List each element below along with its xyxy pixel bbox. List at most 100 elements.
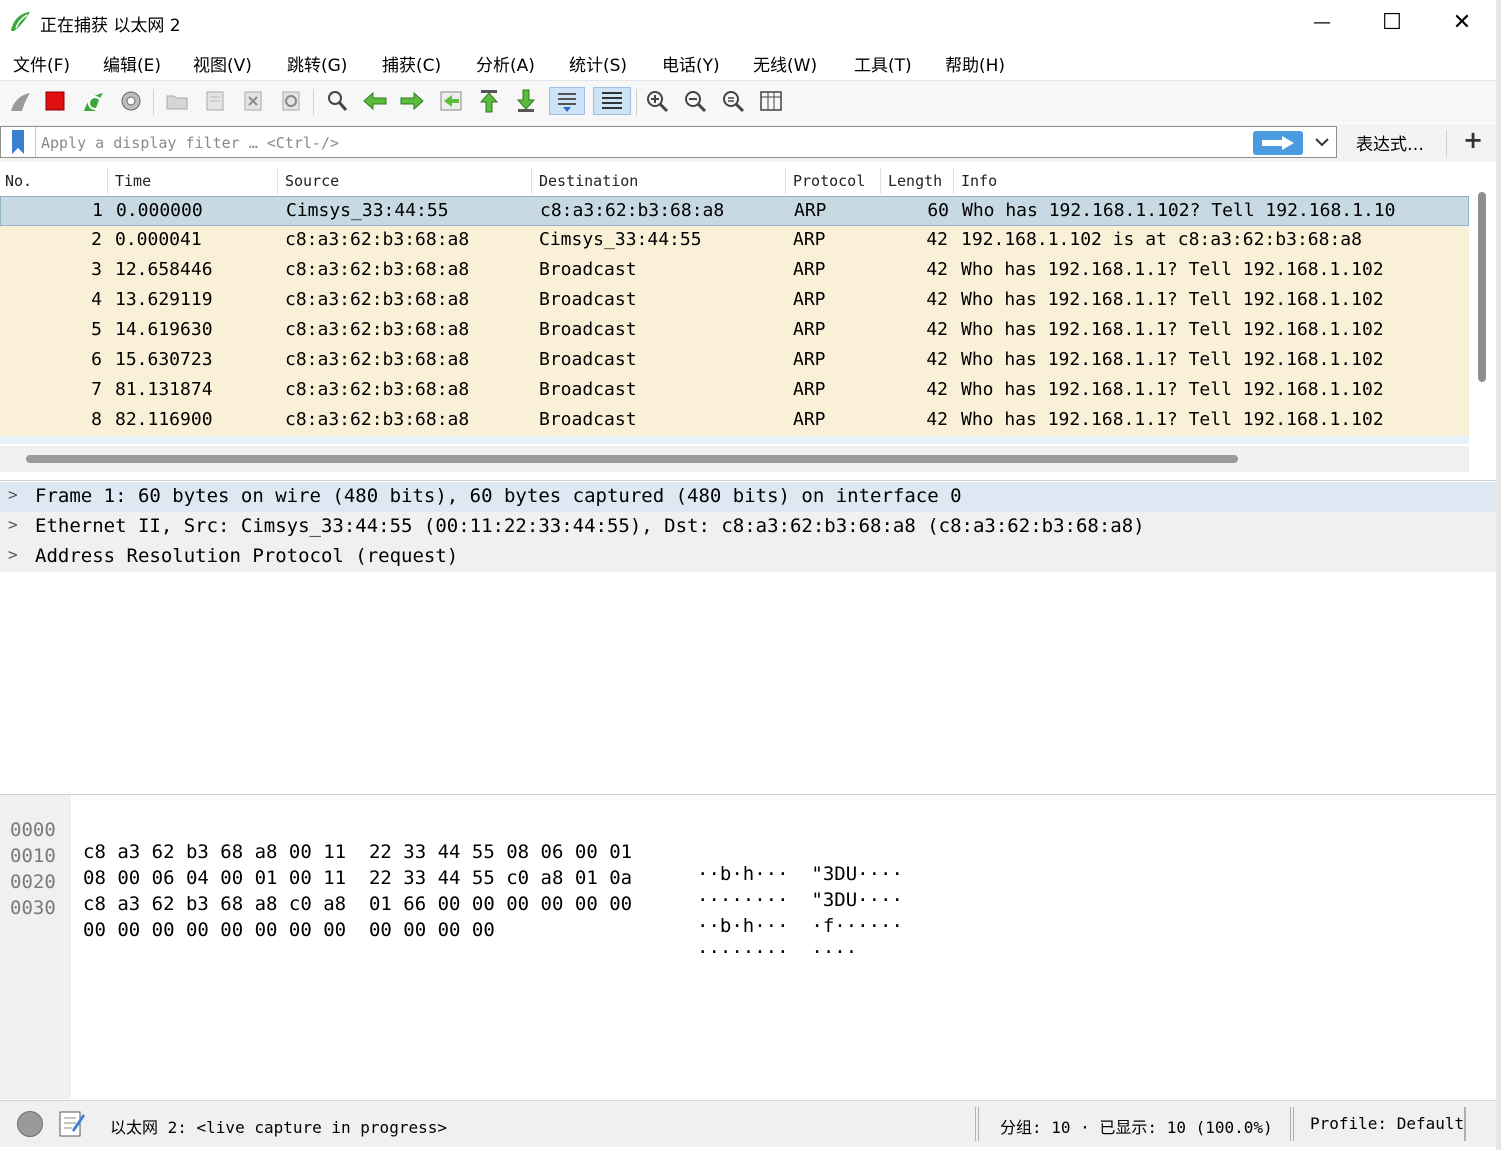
capture-options-icon[interactable] bbox=[117, 87, 145, 115]
column-header-protocol[interactable]: Protocol bbox=[793, 172, 865, 190]
packet-length: 42 bbox=[926, 379, 948, 400]
menu-help[interactable]: 帮助(H) bbox=[945, 51, 1005, 76]
packet-time: 0.000000 bbox=[116, 200, 203, 221]
hex-ascii[interactable]: ··b·h··· ·f······ bbox=[697, 915, 903, 937]
add-filter-button[interactable]: + bbox=[1458, 126, 1488, 156]
chevron-right-icon[interactable]: > bbox=[8, 515, 18, 534]
chevron-right-icon[interactable]: > bbox=[8, 485, 18, 504]
packet-no: 1 bbox=[92, 200, 103, 221]
menu-view[interactable]: 视图(V) bbox=[193, 51, 252, 76]
hex-bytes[interactable]: 00 00 00 00 00 00 00 00 00 00 00 00 bbox=[83, 919, 495, 941]
column-header-no[interactable]: No. bbox=[5, 172, 32, 190]
menu-tools[interactable]: 工具(T) bbox=[854, 51, 912, 76]
maximize-button[interactable]: ☐ bbox=[1362, 0, 1422, 44]
packet-list-horizontal-scrollbar[interactable] bbox=[26, 455, 1238, 463]
packet-time: 0.000041 bbox=[115, 229, 202, 250]
stop-capture-icon[interactable] bbox=[41, 87, 69, 115]
find-packet-icon[interactable] bbox=[323, 87, 351, 115]
menu-go[interactable]: 跳转(G) bbox=[287, 51, 347, 76]
resize-columns-icon[interactable] bbox=[757, 87, 785, 115]
go-forward-icon[interactable] bbox=[398, 87, 426, 115]
hex-bytes[interactable]: c8 a3 62 b3 68 a8 00 11 22 33 44 55 08 0… bbox=[83, 841, 632, 863]
filter-history-dropdown[interactable] bbox=[1307, 127, 1337, 157]
autoscroll-icon[interactable] bbox=[549, 87, 585, 115]
filter-box bbox=[0, 126, 1337, 158]
go-to-packet-icon[interactable] bbox=[437, 87, 465, 115]
column-header-source[interactable]: Source bbox=[285, 172, 339, 190]
minimize-button[interactable]: — bbox=[1292, 0, 1352, 44]
packet-bytes-pane[interactable]: 0000 c8 a3 62 b3 68 a8 00 11 22 33 44 55… bbox=[0, 794, 1496, 1099]
go-last-icon[interactable] bbox=[512, 87, 540, 115]
hex-line: 0020 c8 a3 62 b3 68 a8 c0 a8 01 66 00 00… bbox=[0, 849, 903, 937]
hex-ascii[interactable]: ········ "3DU···· bbox=[697, 889, 903, 911]
hex-bytes[interactable]: c8 a3 62 b3 68 a8 c0 a8 01 66 00 00 00 0… bbox=[83, 893, 632, 915]
packet-source: c8:a3:62:b3:68:a8 bbox=[285, 319, 470, 340]
menu-capture[interactable]: 捕获(C) bbox=[382, 51, 441, 76]
detail-arp[interactable]: > Address Resolution Protocol (request) bbox=[0, 542, 1496, 572]
hex-bytes[interactable]: 08 00 06 04 00 01 00 11 22 33 44 55 c0 a… bbox=[83, 867, 632, 889]
column-header-info[interactable]: Info bbox=[961, 172, 997, 190]
menu-edit[interactable]: 编辑(E) bbox=[103, 51, 161, 76]
bookmark-icon[interactable] bbox=[1, 127, 36, 157]
packet-info: Who has 192.168.1.1? Tell 192.168.1.102 bbox=[961, 349, 1384, 370]
main-toolbar bbox=[0, 80, 1496, 123]
menu-analyze[interactable]: 分析(A) bbox=[476, 51, 535, 76]
shark-fin-start-icon[interactable] bbox=[6, 87, 34, 115]
packet-protocol: ARP bbox=[793, 349, 826, 370]
column-header-destination[interactable]: Destination bbox=[539, 172, 638, 190]
expression-button[interactable]: 表达式… bbox=[1356, 130, 1424, 155]
profile-text[interactable]: Profile: Default bbox=[1310, 1114, 1464, 1133]
packet-row[interactable]: 6 15.630723 c8:a3:62:b3:68:a8 Broadcast … bbox=[0, 346, 1469, 376]
packet-row[interactable]: 2 0.000041 c8:a3:62:b3:68:a8 Cimsys_33:4… bbox=[0, 226, 1469, 256]
chevron-right-icon[interactable]: > bbox=[8, 545, 18, 564]
expert-info-led-icon[interactable] bbox=[17, 1111, 43, 1137]
menu-telephony[interactable]: 电话(Y) bbox=[662, 51, 720, 76]
hex-ascii[interactable]: ········ ···· bbox=[697, 941, 857, 963]
display-filter-input[interactable] bbox=[39, 130, 1243, 156]
hex-line: 0030 00 00 00 00 00 00 00 00 00 00 00 00… bbox=[0, 875, 857, 963]
packet-list-vertical-scrollbar[interactable] bbox=[1478, 192, 1486, 382]
packet-row[interactable]: 3 12.658446 c8:a3:62:b3:68:a8 Broadcast … bbox=[0, 256, 1469, 286]
detail-frame[interactable]: > Frame 1: 60 bytes on wire (480 bits), … bbox=[0, 482, 1496, 512]
packet-time: 14.619630 bbox=[115, 319, 213, 340]
column-header-length[interactable]: Length bbox=[888, 172, 942, 190]
go-back-icon[interactable] bbox=[361, 87, 389, 115]
open-file-icon[interactable] bbox=[163, 87, 191, 115]
zoom-out-icon[interactable] bbox=[681, 87, 709, 115]
go-first-icon[interactable] bbox=[475, 87, 503, 115]
packet-row[interactable]: 5 14.619630 c8:a3:62:b3:68:a8 Broadcast … bbox=[0, 316, 1469, 346]
menu-wireless[interactable]: 无线(W) bbox=[753, 51, 817, 76]
packet-details-pane: > Frame 1: 60 bytes on wire (480 bits), … bbox=[0, 480, 1496, 784]
packet-count-text: 分组: 10 · 已显示: 10 (100.0%) bbox=[1000, 1118, 1273, 1137]
close-button[interactable]: ✕ bbox=[1432, 0, 1492, 44]
menu-statistics[interactable]: 统计(S) bbox=[569, 51, 627, 76]
packet-row-partial[interactable] bbox=[0, 436, 1469, 444]
packet-row[interactable]: 1 0.000000 Cimsys_33:44:55 c8:a3:62:b3:6… bbox=[0, 196, 1469, 226]
menu-bar: 文件(F) 编辑(E) 视图(V) 跳转(G) 捕获(C) 分析(A) 统计(S… bbox=[0, 44, 1496, 80]
packet-source: Cimsys_33:44:55 bbox=[286, 200, 449, 221]
capture-comment-icon[interactable] bbox=[58, 1108, 86, 1138]
packet-protocol: ARP bbox=[793, 319, 826, 340]
packet-info: Who has 192.168.1.1? Tell 192.168.1.102 bbox=[961, 409, 1384, 430]
save-file-icon[interactable] bbox=[201, 87, 229, 115]
zoom-normal-icon[interactable] bbox=[719, 87, 747, 115]
packet-time: 82.116900 bbox=[115, 409, 213, 430]
packet-row[interactable]: 8 82.116900 c8:a3:62:b3:68:a8 Broadcast … bbox=[0, 406, 1469, 436]
menu-file[interactable]: 文件(F) bbox=[13, 51, 70, 76]
packet-row[interactable]: 4 13.629119 c8:a3:62:b3:68:a8 Broadcast … bbox=[0, 286, 1469, 316]
reload-file-icon[interactable] bbox=[277, 87, 305, 115]
hex-ascii[interactable]: ··b·h··· "3DU···· bbox=[697, 863, 903, 885]
colorize-icon[interactable] bbox=[593, 87, 631, 115]
restart-capture-icon[interactable] bbox=[79, 87, 107, 115]
detail-ethernet[interactable]: > Ethernet II, Src: Cimsys_33:44:55 (00:… bbox=[0, 512, 1496, 542]
packet-destination: Broadcast bbox=[539, 379, 637, 400]
close-file-icon[interactable] bbox=[239, 87, 267, 115]
column-header-time[interactable]: Time bbox=[115, 172, 151, 190]
packet-info: 192.168.1.102 is at c8:a3:62:b3:68:a8 bbox=[961, 229, 1362, 250]
packet-list[interactable]: No. Time Source Destination Protocol Len… bbox=[0, 166, 1469, 444]
zoom-in-icon[interactable] bbox=[643, 87, 671, 115]
packet-destination: c8:a3:62:b3:68:a8 bbox=[540, 200, 725, 221]
apply-filter-button[interactable] bbox=[1253, 131, 1303, 155]
packet-row[interactable]: 7 81.131874 c8:a3:62:b3:68:a8 Broadcast … bbox=[0, 376, 1469, 406]
minimize-icon: — bbox=[1313, 11, 1331, 33]
